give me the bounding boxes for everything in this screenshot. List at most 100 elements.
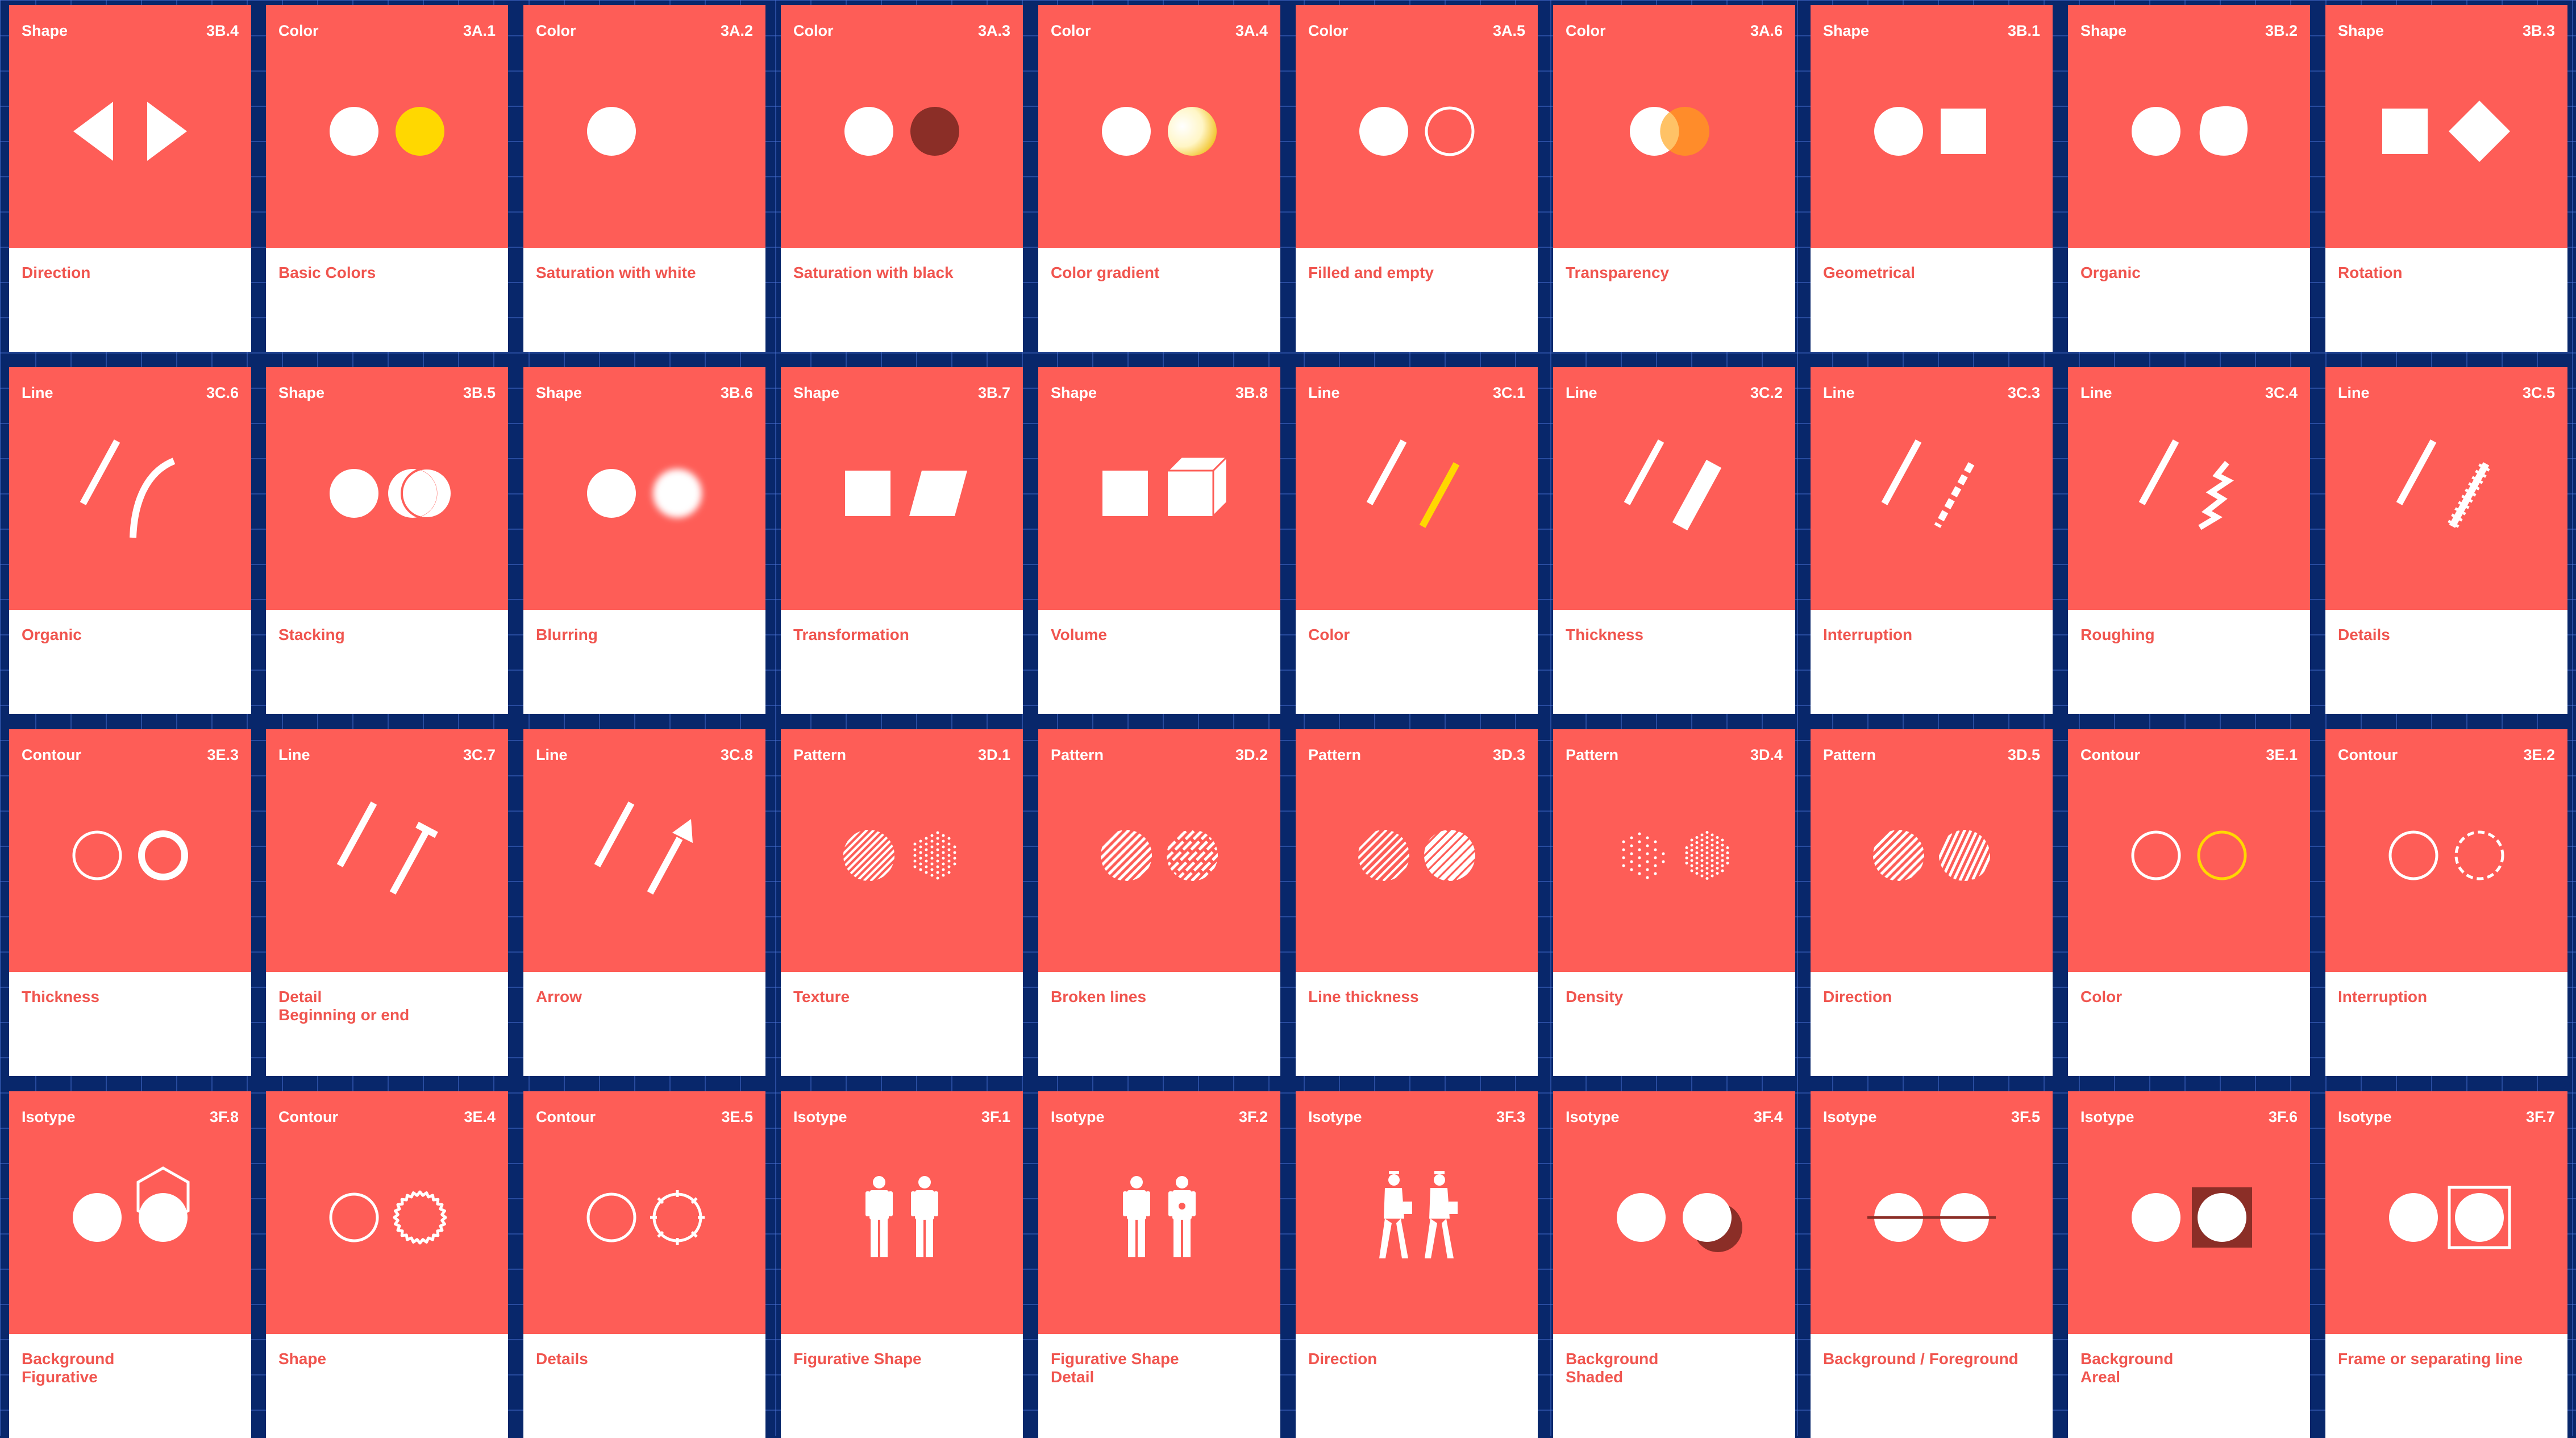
symbol-card[interactable]: Line 3C.8 Arrow	[523, 729, 765, 1076]
card-code: 3F.8	[209, 1108, 239, 1125]
symbol-card[interactable]: Line 3C.6 Organic	[9, 367, 251, 714]
card-illustration-area	[9, 729, 251, 972]
card-illustration-area	[1038, 729, 1280, 972]
symbol-card[interactable]: Shape 3B.6 Blurring	[523, 367, 765, 714]
card-code: 3C.1	[1492, 384, 1525, 401]
card-code: 3B.6	[720, 384, 753, 401]
card-code: 3C.8	[720, 746, 753, 763]
card-label: Rotation	[2338, 264, 2403, 281]
card-category: Pattern	[1566, 746, 1619, 763]
symbol-card[interactable]: Line 3C.7 Detail Beginning or end	[266, 729, 508, 1076]
card-code: 3D.1	[977, 746, 1010, 763]
symbol-card[interactable]: Shape 3B.7 Transformation	[781, 367, 1023, 714]
symbol-card[interactable]: Line 3C.2 Thickness	[1553, 367, 1795, 714]
card-label: Background / Foreground	[1823, 1350, 2019, 1368]
card-category: Line	[1308, 384, 1340, 401]
card-category: Color	[1051, 22, 1091, 39]
card-code: 3D.3	[1492, 746, 1525, 763]
symbol-card[interactable]: Isotype 3F.5 Background / Foreground	[1811, 1091, 2053, 1438]
card-code: 3A.4	[1235, 22, 1268, 39]
curved-line-icon	[80, 439, 176, 538]
card-category: Pattern	[793, 746, 847, 763]
symbol-card[interactable]: Shape 3B.1 Geometrical	[1811, 5, 2053, 352]
card-code: 3D.2	[1235, 746, 1268, 763]
symbol-card[interactable]: Pattern 3D.5 Direction	[1811, 729, 2053, 1076]
card-label: Detail Beginning or end	[278, 988, 410, 1024]
symbol-card[interactable]: Color 3A.1 Basic Colors	[266, 5, 508, 352]
basic-colors-icon	[330, 107, 444, 156]
card-code: 3C.4	[2265, 384, 2298, 401]
symbol-card[interactable]: Line 3C.1 Color	[1296, 367, 1538, 714]
card-label: Filled and empty	[1308, 264, 1434, 281]
card-illustration-area	[523, 1091, 765, 1334]
person-detail-icon	[1123, 1176, 1196, 1257]
symbol-card[interactable]: Color 3A.4 Color gradient	[1038, 5, 1280, 352]
card-category: Contour	[2080, 746, 2140, 763]
card-illustration-area	[2325, 729, 2567, 972]
symbol-card[interactable]: Contour 3E.2 Interruption	[2325, 729, 2567, 1076]
symbol-card[interactable]: Color 3A.2 Saturation with white	[523, 5, 765, 352]
symbol-card[interactable]: Contour 3E.3 Thickness	[9, 729, 251, 1076]
cube-icon	[1102, 455, 1229, 518]
card-label: Saturation with white	[536, 264, 696, 281]
symbol-card[interactable]: Isotype 3F.1 Figurative Shape	[781, 1091, 1023, 1438]
card-label: Shape	[278, 1350, 327, 1368]
walking-person-icon	[1379, 1171, 1458, 1258]
symbol-card[interactable]: Color 3A.6 Transparency	[1553, 5, 1795, 352]
card-category: Shape	[2080, 22, 2127, 39]
card-illustration-area	[9, 367, 251, 610]
symbol-card[interactable]: Isotype 3F.6 Background Areal	[2068, 1091, 2310, 1438]
card-category: Shape	[278, 384, 325, 401]
symbol-card[interactable]: Line 3C.3 Interruption	[1811, 367, 2053, 714]
card-category: Pattern	[1308, 746, 1362, 763]
card-code: 3F.2	[1238, 1108, 1268, 1125]
symbol-card[interactable]: Shape 3B.4 Direction	[9, 5, 251, 352]
symbol-card[interactable]: Line 3C.4 Roughing	[2068, 367, 2310, 714]
card-category: Line	[22, 384, 53, 401]
card-illustration-area	[266, 5, 508, 248]
card-label: Basic Colors	[278, 264, 376, 281]
symbol-card[interactable]: Pattern 3D.2 Broken lines	[1038, 729, 1280, 1076]
symbol-card[interactable]: Shape 3B.3 Rotation	[2325, 5, 2567, 352]
card-illustration-area	[2068, 1091, 2310, 1334]
card-category: Color	[536, 22, 576, 39]
symbol-card[interactable]: Color 3A.5 Filled and empty	[1296, 5, 1538, 352]
card-category: Isotype	[2080, 1108, 2134, 1125]
card-category: Shape	[793, 384, 840, 401]
symbol-card[interactable]: Isotype 3F.4 Background Shaded	[1553, 1091, 1795, 1438]
single-circle-icon	[587, 107, 636, 156]
colored-contour-icon	[2131, 830, 2247, 880]
card-label: Saturation with black	[793, 264, 954, 281]
symbol-card[interactable]: Pattern 3D.1 Texture	[781, 729, 1023, 1076]
card-illustration-area	[523, 5, 765, 248]
symbol-card[interactable]: Isotype 3F.3 Direction	[1296, 1091, 1538, 1438]
card-category: Color	[793, 22, 834, 39]
card-code: 3D.4	[1750, 746, 1783, 763]
card-label: Figurative Shape	[793, 1350, 922, 1368]
symbol-card[interactable]: Shape 3B.8 Volume	[1038, 367, 1280, 714]
symbol-card[interactable]: Contour 3E.1 Color	[2068, 729, 2310, 1076]
card-label: Volume	[1051, 626, 1108, 643]
card-label: Color gradient	[1051, 264, 1160, 281]
symbol-card[interactable]: Shape 3B.2 Organic	[2068, 5, 2310, 352]
symbol-card[interactable]: Line 3C.5 Details	[2325, 367, 2567, 714]
card-code: 3C.5	[2522, 384, 2555, 401]
circle-square-icon	[1874, 107, 1986, 156]
card-code: 3E.1	[2266, 746, 2298, 763]
symbol-card[interactable]: Contour 3E.5 Details	[523, 1091, 765, 1438]
card-code: 3E.2	[2523, 746, 2555, 763]
symbol-card[interactable]: Shape 3B.5 Stacking	[266, 367, 508, 714]
symbol-card[interactable]: Contour 3E.4 Shape	[266, 1091, 508, 1438]
symbol-card[interactable]: Pattern 3D.3 Line thickness	[1296, 729, 1538, 1076]
symbol-card[interactable]: Color 3A.3 Saturation with black	[781, 5, 1023, 352]
symbol-card[interactable]: Isotype 3F.2 Figurative Shape Detail	[1038, 1091, 1280, 1438]
symbol-card[interactable]: Isotype 3F.7 Frame or separating line	[2325, 1091, 2567, 1438]
card-illustration-area	[1811, 729, 2053, 972]
card-label: Interruption	[1823, 626, 1913, 643]
card-code: 3F.5	[2011, 1108, 2040, 1125]
stacked-circles-icon	[330, 467, 453, 519]
card-label: Blurring	[536, 626, 598, 643]
symbol-card[interactable]: Isotype 3F.8 Background Figurative	[9, 1091, 251, 1438]
card-code: 3B.4	[206, 22, 239, 39]
symbol-card[interactable]: Pattern 3D.4 Density	[1553, 729, 1795, 1076]
